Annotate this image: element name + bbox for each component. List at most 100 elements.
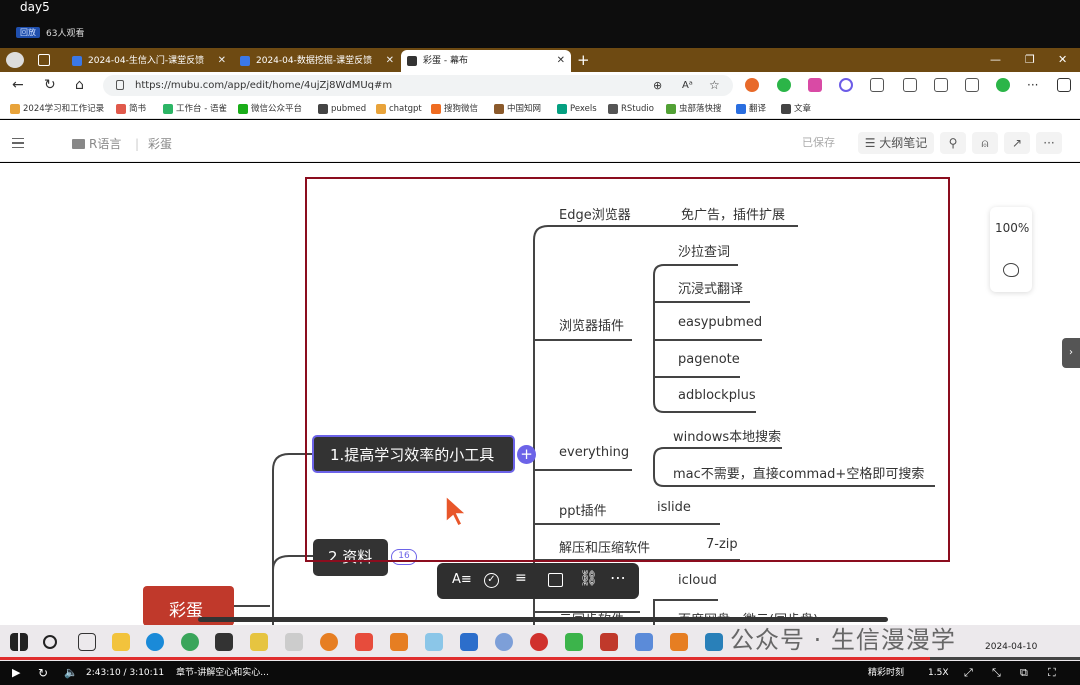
bookmark-item[interactable]: 工作台 - 语雀 <box>163 99 227 119</box>
doc-icon <box>240 56 250 66</box>
app-icon[interactable] <box>285 633 303 651</box>
app-icon[interactable] <box>705 633 723 651</box>
task-view-icon[interactable] <box>78 633 96 651</box>
app-icon[interactable] <box>495 633 513 651</box>
bookmark-item[interactable]: 简书 <box>116 99 146 119</box>
profile-avatar-icon[interactable] <box>6 52 24 68</box>
fullscreen-web-icon[interactable]: ⤢ <box>964 661 973 685</box>
app-icon[interactable] <box>250 633 268 651</box>
outline-notes-button[interactable]: ☰ 大纲笔记 <box>858 132 934 154</box>
windows-start-icon[interactable] <box>10 633 28 651</box>
sidebar-icon[interactable] <box>1057 78 1071 92</box>
app-icon[interactable] <box>355 633 373 651</box>
bookmark-item[interactable]: pubmed <box>318 99 366 119</box>
app-icon[interactable] <box>635 633 653 651</box>
read-aloud-icon[interactable]: Aᵃ <box>682 72 693 99</box>
close-window-button[interactable]: ✕ <box>1058 48 1067 72</box>
home-icon[interactable]: ⌂ <box>75 72 84 99</box>
node-cloud-item[interactable]: icloud <box>678 573 717 588</box>
search-icon[interactable] <box>43 635 57 649</box>
split-screen-icon[interactable] <box>903 78 917 92</box>
back-icon[interactable]: ← <box>12 72 24 99</box>
app-icon[interactable] <box>181 633 199 651</box>
picture-in-picture-icon[interactable]: ⧉ <box>1020 661 1028 685</box>
extension-icon[interactable] <box>777 78 791 92</box>
playback-speed[interactable]: 1.5X <box>928 661 948 685</box>
minimize-button[interactable]: — <box>990 48 1001 72</box>
bookmark-item[interactable]: 中国知网 <box>494 99 541 119</box>
extension-icon[interactable] <box>745 78 759 92</box>
restore-button[interactable]: ❐ <box>1025 48 1035 72</box>
zoom-icon[interactable]: ⊕ <box>653 72 662 99</box>
bookmark-favicon-icon <box>431 104 441 114</box>
bookmark-item[interactable]: 微信公众平台 <box>238 99 302 119</box>
bookmark-item[interactable]: Pexels <box>557 99 597 119</box>
bookmark-item[interactable]: 2024学习和工作记录 <box>10 99 104 119</box>
text-style-icon[interactable]: A≡ <box>452 572 472 587</box>
mindmap-icon <box>407 56 417 66</box>
url-text[interactable]: https://mubu.com/app/edit/home/4ujZj8WdM… <box>135 75 392 96</box>
tab-datamining-feedback[interactable]: 2024-04-数据挖掘-课堂反馈 ✕ <box>234 50 400 72</box>
file-explorer-icon[interactable] <box>112 633 130 651</box>
tab-mubu-active[interactable]: 彩蛋 - 幕布 ✕ <box>401 50 571 72</box>
viewer-count: 63人观看 <box>46 29 85 39</box>
edge-browser-icon[interactable] <box>146 633 164 651</box>
list-format-icon[interactable]: ≡ <box>515 570 527 586</box>
bookmark-item[interactable]: chatgpt <box>376 99 422 119</box>
filezilla-icon[interactable] <box>600 633 618 651</box>
zoom-panel <box>990 207 1032 292</box>
highlights-button[interactable]: 精彩时刻 <box>868 661 904 685</box>
close-icon[interactable]: ✕ <box>386 50 394 72</box>
bookmark-item[interactable]: 虫部落快搜 <box>666 99 722 119</box>
workspaces-icon[interactable] <box>38 54 50 66</box>
link-icon[interactable]: ⛓ <box>579 569 598 587</box>
collections-icon[interactable] <box>965 78 979 92</box>
close-icon[interactable]: ✕ <box>557 50 565 72</box>
share-collab-button[interactable]: ⚲ <box>940 132 966 154</box>
side-panel-toggle[interactable]: › <box>1062 338 1080 368</box>
volume-icon[interactable]: 🔈 <box>64 661 78 685</box>
expand-icon[interactable]: ⤡ <box>992 661 1001 685</box>
favorites-icon[interactable] <box>934 78 948 92</box>
favorite-star-icon[interactable]: ☆ <box>709 72 720 99</box>
bookmark-favicon-icon <box>116 104 126 114</box>
play-icon[interactable]: ▶ <box>12 661 20 685</box>
reload-icon[interactable]: ↻ <box>44 72 56 99</box>
replay-icon[interactable]: ↻ <box>38 661 48 685</box>
outline-label: 大纲笔记 <box>879 136 928 150</box>
more-button[interactable]: ··· <box>1036 132 1062 154</box>
extensions-puzzle-icon[interactable] <box>870 78 884 92</box>
app-icon[interactable] <box>425 633 443 651</box>
app-icon[interactable] <box>320 633 338 651</box>
extension-icon[interactable] <box>808 78 822 92</box>
zoom-level[interactable]: 100% <box>995 221 1029 235</box>
image-icon[interactable] <box>548 573 563 587</box>
extension-icon[interactable] <box>839 78 853 92</box>
app-icon[interactable] <box>565 633 583 651</box>
user-icon-button[interactable]: ⍝ <box>972 132 998 154</box>
bookmark-item[interactable]: 翻译 <box>736 99 766 119</box>
taskbar-date: 2024-04-10 <box>985 642 1038 652</box>
bookmark-item[interactable]: 文章 <box>781 99 811 119</box>
app-icon[interactable] <box>530 633 548 651</box>
more-menu-icon[interactable]: ··· <box>1027 72 1038 99</box>
new-tab-button[interactable]: + <box>577 48 590 72</box>
app-icon[interactable] <box>390 633 408 651</box>
breadcrumb-folder[interactable]: R语言 <box>89 120 121 162</box>
chapter-title[interactable]: 章节-讲解空心和实心... <box>176 661 269 685</box>
export-button[interactable]: ↗ <box>1004 132 1030 154</box>
more-dots-icon[interactable]: ⋯ <box>610 568 626 587</box>
palette-icon[interactable] <box>1003 263 1019 277</box>
annotation-highlight-box <box>305 177 950 562</box>
app-icon[interactable] <box>460 633 478 651</box>
saved-status: 已保存 <box>802 136 835 149</box>
close-icon[interactable]: ✕ <box>218 50 226 72</box>
terminal-icon[interactable] <box>215 633 233 651</box>
check-circle-icon[interactable]: ✓ <box>484 573 499 588</box>
extension-icon[interactable] <box>996 78 1010 92</box>
fullscreen-icon[interactable]: ⛶ <box>1048 661 1056 685</box>
app-icon[interactable] <box>670 633 688 651</box>
bookmark-item[interactable]: 搜狗微信 <box>431 99 478 119</box>
tab-bioinfo-feedback[interactable]: 2024-04-生信入门-课堂反馈 ✕ <box>66 50 232 72</box>
bookmark-item[interactable]: RStudio <box>608 99 654 119</box>
